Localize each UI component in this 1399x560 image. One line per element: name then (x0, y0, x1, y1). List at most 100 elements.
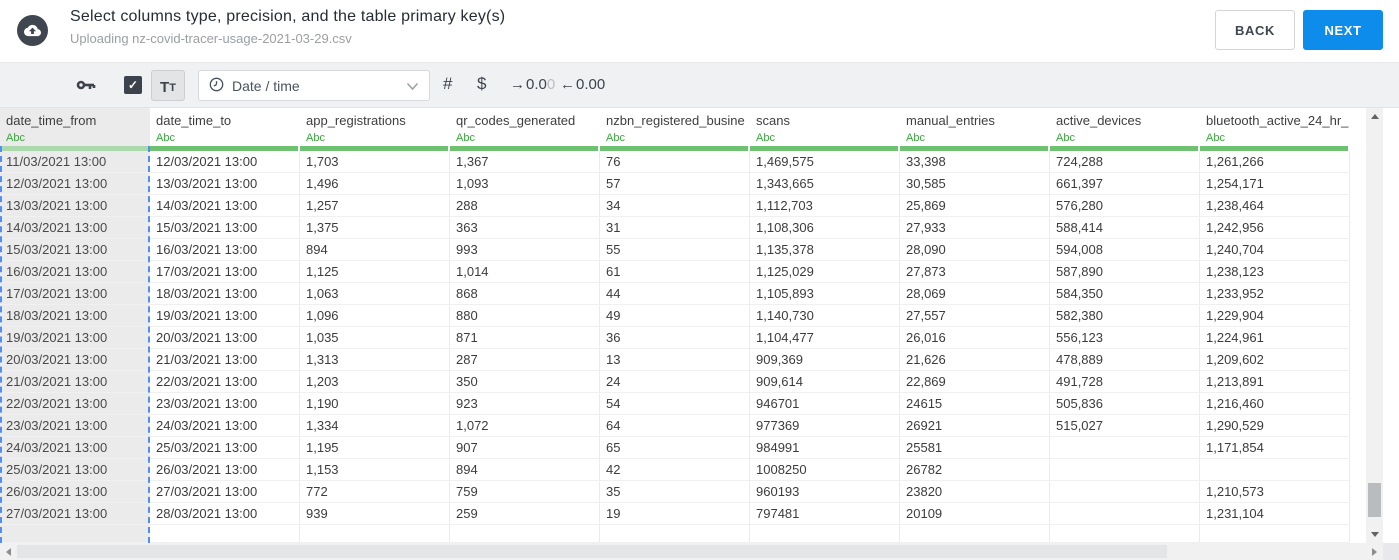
primary-key-icon[interactable] (76, 77, 96, 99)
table-cell (600, 525, 750, 543)
table-cell: 21,626 (900, 349, 1050, 371)
table-cell: 12/03/2021 13:00 (0, 173, 150, 195)
table-cell (750, 525, 900, 543)
back-button[interactable]: BACK (1215, 10, 1295, 50)
column-header-qr_codes_generated[interactable]: qr_codes_generated Abc (450, 108, 600, 151)
table-cell: 1,261,266 (1200, 151, 1350, 173)
table-cell: 939 (300, 503, 450, 525)
table-cell: 27,873 (900, 261, 1050, 283)
page-header: Select columns type, precision, and the … (0, 0, 1399, 62)
scrollbar-corner (1383, 543, 1399, 560)
column-name: date_time_from (6, 113, 97, 128)
table-cell: 22,869 (900, 371, 1050, 393)
table-row: 21/03/2021 13:00 22/03/2021 13:00 1,203 350… (0, 371, 1350, 393)
table-cell: 17/03/2021 13:00 (150, 261, 300, 283)
triangle-up-icon (1370, 114, 1379, 119)
table-row: 26/03/2021 13:00 27/03/2021 13:00 772 759 35… (0, 481, 1350, 503)
table-cell: 909,614 (750, 371, 900, 393)
table-cell: 27,933 (900, 217, 1050, 239)
increase-decimal-button[interactable]: →0.00 (510, 76, 555, 93)
table-cell: 15/03/2021 13:00 (150, 217, 300, 239)
table-cell: 576,280 (1050, 195, 1200, 217)
table-cell: 31 (600, 217, 750, 239)
column-header-date_time_to[interactable]: date_time_to Abc (150, 108, 300, 151)
table-row: 15/03/2021 13:00 16/03/2021 13:00 894 993 55… (0, 239, 1350, 261)
table-cell: 13/03/2021 13:00 (150, 173, 300, 195)
table-cell: 1,254,171 (1200, 173, 1350, 195)
table-cell: 1,209,602 (1200, 349, 1350, 371)
table-cell (1200, 459, 1350, 481)
vertical-scroll-thumb[interactable] (1368, 483, 1381, 517)
table-row: 12/03/2021 13:00 13/03/2021 13:00 1,496 1,0… (0, 173, 1350, 195)
table-cell: 19/03/2021 13:00 (150, 305, 300, 327)
table-cell (300, 525, 450, 543)
table-cell: 946701 (750, 393, 900, 415)
column-header-active_devices[interactable]: active_devices Abc (1050, 108, 1200, 151)
table-cell (1050, 459, 1200, 481)
table-cell: 977369 (750, 415, 900, 437)
table-cell: 26782 (900, 459, 1050, 481)
table-cell: 588,414 (1050, 217, 1200, 239)
column-header-nzbn_registered_busine[interactable]: nzbn_registered_busine Abc (600, 108, 750, 151)
table-cell: 20109 (900, 503, 1050, 525)
table-cell: 14/03/2021 13:00 (0, 217, 150, 239)
horizontal-scrollbar[interactable] (0, 543, 1383, 560)
column-type-select[interactable]: Date / time (198, 70, 430, 101)
column-header-row: date_time_from Abc date_time_to Abc app_regi… (0, 108, 1350, 151)
table-cell: 556,123 (1050, 327, 1200, 349)
horizontal-scroll-thumb[interactable] (17, 545, 1167, 558)
table-cell: 33,398 (900, 151, 1050, 173)
column-header-date_time_from[interactable]: date_time_from Abc (0, 108, 150, 151)
arrow-right-icon: → (510, 76, 525, 93)
vertical-scrollbar[interactable] (1366, 108, 1383, 543)
currency-type-button[interactable]: $ (477, 74, 486, 94)
table-row: 18/03/2021 13:00 19/03/2021 13:00 1,096 880… (0, 305, 1350, 327)
empty-row (0, 525, 1350, 543)
table-cell: 35 (600, 481, 750, 503)
table-cell: 363 (450, 217, 600, 239)
table-cell: 55 (600, 239, 750, 261)
table-cell: 18/03/2021 13:00 (150, 283, 300, 305)
table-cell: 1,112,703 (750, 195, 900, 217)
column-header-app_registrations[interactable]: app_registrations Abc (300, 108, 450, 151)
column-header-scans[interactable]: scans Abc (750, 108, 900, 151)
page-subtitle: Uploading nz-covid-tracer-usage-2021-03-… (70, 31, 352, 46)
table-cell: 27/03/2021 13:00 (150, 481, 300, 503)
next-button[interactable]: NEXT (1303, 10, 1383, 50)
table-cell: 880 (450, 305, 600, 327)
scroll-right-button[interactable] (1366, 543, 1383, 560)
number-type-button[interactable]: # (443, 74, 452, 94)
table-cell: 14/03/2021 13:00 (150, 195, 300, 217)
table-cell: 1,229,904 (1200, 305, 1350, 327)
scroll-left-button[interactable] (0, 543, 17, 560)
table-cell: 1,190 (300, 393, 450, 415)
table-cell: 1,105,893 (750, 283, 900, 305)
table-row: 11/03/2021 13:00 12/03/2021 13:00 1,703 1,3… (0, 151, 1350, 173)
table-cell: 20/03/2021 13:00 (150, 327, 300, 349)
column-header-bluetooth_active_24_hr_[interactable]: bluetooth_active_24_hr_ Abc (1200, 108, 1350, 151)
column-header-manual_entries[interactable]: manual_entries Abc (900, 108, 1050, 151)
table-cell: 22/03/2021 13:00 (150, 371, 300, 393)
table-cell: 587,890 (1050, 261, 1200, 283)
column-name: scans (756, 113, 790, 128)
table-row: 19/03/2021 13:00 20/03/2021 13:00 1,035 871… (0, 327, 1350, 349)
include-column-checkbox[interactable]: ✓ (124, 76, 142, 94)
table-cell: 287 (450, 349, 600, 371)
check-icon: ✓ (127, 78, 139, 92)
table-cell: 28,069 (900, 283, 1050, 305)
text-type-button[interactable]: TT (151, 70, 185, 101)
table-cell: 1,238,464 (1200, 195, 1350, 217)
table-cell: 1,233,952 (1200, 283, 1350, 305)
table-cell (1050, 481, 1200, 503)
table-cell: 923 (450, 393, 600, 415)
decrease-decimal-button[interactable]: ←0.00 (560, 76, 605, 93)
scroll-down-button[interactable] (1366, 526, 1383, 543)
column-type-badge: Abc (306, 132, 325, 144)
table-cell: 1,014 (450, 261, 600, 283)
table-row: 14/03/2021 13:00 15/03/2021 13:00 1,375 363… (0, 217, 1350, 239)
table-cell: 1,153 (300, 459, 450, 481)
table-cell (450, 525, 600, 543)
table-cell (900, 525, 1050, 543)
scroll-up-button[interactable] (1366, 108, 1383, 125)
table-cell: 57 (600, 173, 750, 195)
